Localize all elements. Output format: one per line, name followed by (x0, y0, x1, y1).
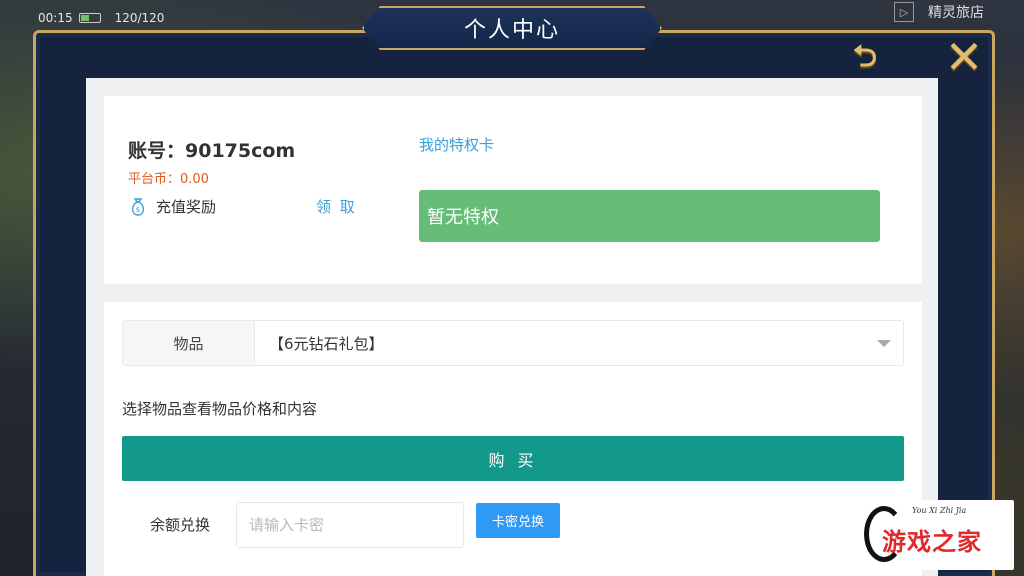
item-hint-text: 选择物品查看物品价格和内容 (122, 400, 318, 418)
account-card: 账号：90175com 平台币：0.00 $ 充值奖励 领 取 我的特权卡 暂无… (104, 96, 922, 284)
watermark-script: You Xi Zhi Jia (912, 506, 967, 515)
modal-title: 个人中心 (362, 6, 662, 50)
top-right-hud: ▷ 精灵旅店 (894, 2, 984, 22)
money-bag-icon: $ (131, 197, 145, 216)
battery-icon (78, 13, 101, 23)
location-label: 精灵旅店 (928, 5, 984, 21)
item-select[interactable]: 物品 【6元钻石礼包】 (122, 320, 904, 366)
chevron-down-icon (877, 340, 891, 347)
modal-content: 账号：90175com 平台币：0.00 $ 充值奖励 领 取 我的特权卡 暂无… (86, 78, 938, 576)
account-id: 账号：90175com (128, 140, 296, 162)
redeem-label: 余额兑换 (150, 516, 211, 534)
buy-button[interactable]: 购 买 (122, 436, 904, 481)
play-icon[interactable]: ▷ (894, 2, 914, 22)
return-arrow-icon: ⮌ (852, 38, 878, 74)
item-select-value[interactable]: 【6元钻石礼包】 (255, 321, 903, 365)
site-watermark-logo: You Xi Zhi Jia 游戏之家 (860, 500, 1014, 570)
energy-counter: 120/120 (114, 11, 165, 25)
card-code-input[interactable] (236, 502, 464, 548)
claim-reward-link[interactable]: 领 取 (316, 196, 357, 217)
my-privilege-card-link[interactable]: 我的特权卡 (419, 134, 494, 155)
recharge-reward-row: $ 充值奖励 (128, 196, 216, 217)
privilege-status-box: 暂无特权 (419, 190, 880, 242)
shop-card: 物品 【6元钻石礼包】 选择物品查看物品价格和内容 购 买 余额兑换 卡密兑换 (104, 302, 922, 576)
item-select-label: 物品 (123, 321, 255, 365)
svg-text:$: $ (136, 206, 140, 214)
back-button[interactable]: ⮌ (836, 39, 894, 78)
recharge-reward-label: 充值奖励 (156, 198, 217, 216)
close-button[interactable]: ✕ (938, 30, 990, 84)
watermark-text: 游戏之家 (882, 528, 982, 556)
item-selected-text: 【6元钻石礼包】 (269, 334, 384, 353)
close-x-icon: ✕ (944, 30, 984, 84)
clock-text: 00:15 (38, 11, 73, 25)
card-redeem-button[interactable]: 卡密兑换 (476, 503, 560, 538)
platform-coins: 平台币：0.00 (128, 172, 209, 187)
